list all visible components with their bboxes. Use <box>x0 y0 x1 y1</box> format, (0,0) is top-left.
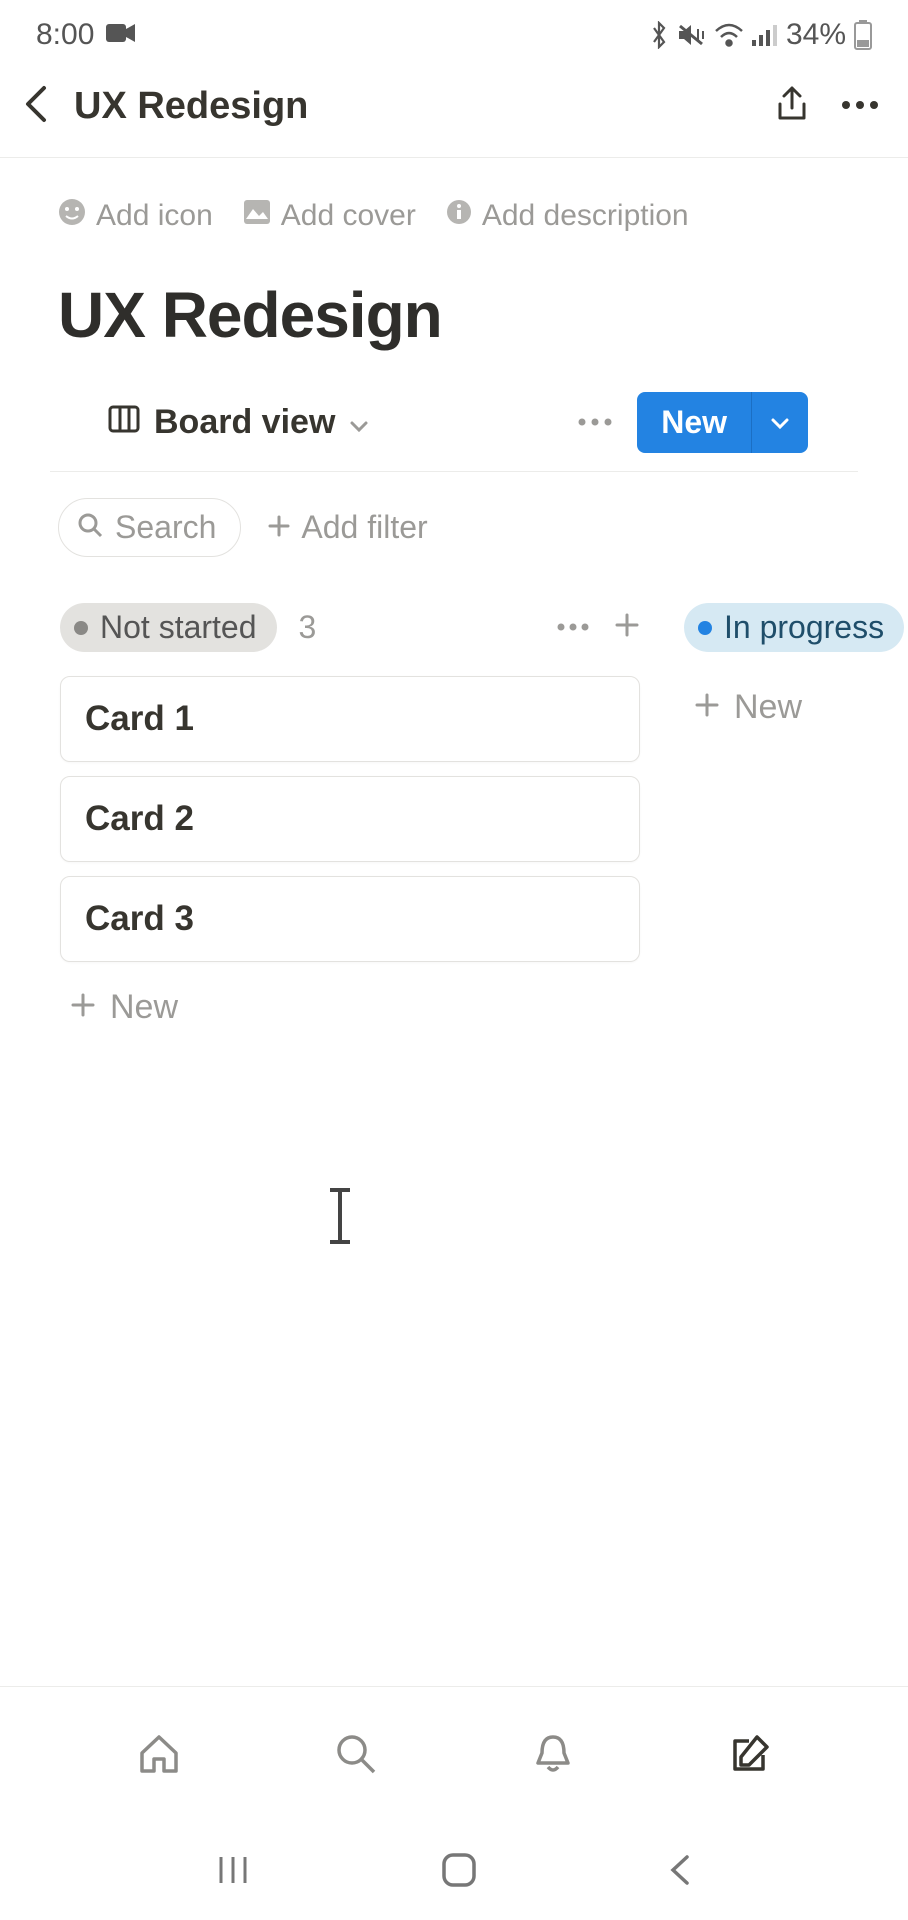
back-button[interactable] <box>22 84 52 129</box>
battery-icon <box>854 20 872 50</box>
column-add-button[interactable] <box>614 612 640 643</box>
view-selector[interactable]: Board view <box>108 403 369 442</box>
search-icon <box>77 509 103 546</box>
column-count: 3 <box>299 609 317 646</box>
board-card[interactable]: Card 3 <box>60 876 640 962</box>
bottom-tab-bar <box>0 1686 908 1820</box>
android-home-button[interactable] <box>440 1851 478 1889</box>
battery-text: 34% <box>786 18 846 52</box>
add-description-button[interactable]: Add description <box>446 199 689 233</box>
bluetooth-icon <box>650 21 668 49</box>
new-card-label: New <box>734 688 802 727</box>
video-recording-icon <box>106 18 136 52</box>
wifi-icon <box>714 23 744 47</box>
board-card[interactable]: Card 2 <box>60 776 640 862</box>
new-card-button[interactable]: New <box>60 976 640 1039</box>
text-cursor-icon <box>338 1190 342 1242</box>
board-column-in-progress: In progress New <box>684 603 908 1039</box>
board-card[interactable]: Card 1 <box>60 676 640 762</box>
new-card-button[interactable]: New <box>684 676 908 739</box>
plus-icon <box>70 988 96 1027</box>
page-title[interactable]: UX Redesign <box>0 234 908 352</box>
column-more-button[interactable] <box>556 619 590 637</box>
chevron-down-icon <box>349 403 369 442</box>
compose-tab[interactable] <box>722 1726 778 1782</box>
board-view-icon <box>108 403 140 442</box>
image-icon <box>243 199 271 233</box>
board: Not started 3 Card 1 Card 2 Card 3 New <box>0 557 908 1039</box>
search-tab[interactable] <box>328 1726 384 1782</box>
android-back-button[interactable] <box>667 1853 693 1887</box>
view-name: Board view <box>154 403 335 442</box>
smiley-icon <box>58 198 86 234</box>
home-tab[interactable] <box>131 1726 187 1782</box>
add-icon-button[interactable]: Add icon <box>58 198 213 234</box>
mute-vibrate-icon <box>676 22 706 48</box>
notifications-tab[interactable] <box>525 1726 581 1782</box>
add-icon-label: Add icon <box>96 199 213 233</box>
add-filter-label: Add filter <box>301 509 427 546</box>
view-selector-row: Board view New <box>50 352 858 472</box>
board-column-not-started: Not started 3 Card 1 Card 2 Card 3 New <box>60 603 640 1039</box>
search-placeholder: Search <box>115 509 216 546</box>
plus-icon <box>694 688 720 727</box>
status-label: Not started <box>100 609 257 646</box>
new-button[interactable]: New <box>637 392 752 453</box>
page-actions-row: Add icon Add cover Add description <box>0 158 908 234</box>
search-input[interactable]: Search <box>58 498 241 557</box>
new-button-dropdown[interactable] <box>752 392 808 453</box>
status-dot-icon <box>74 621 88 635</box>
info-icon <box>446 199 472 233</box>
new-button-group: New <box>637 392 808 453</box>
add-cover-label: Add cover <box>281 199 416 233</box>
status-pill-not-started[interactable]: Not started <box>60 603 277 652</box>
share-button[interactable] <box>774 84 810 129</box>
status-time: 8:00 <box>36 18 94 52</box>
more-options-button[interactable] <box>840 98 880 116</box>
header-title[interactable]: UX Redesign <box>74 85 308 128</box>
new-card-label: New <box>110 988 178 1027</box>
status-pill-in-progress[interactable]: In progress <box>684 603 904 652</box>
android-status-bar: 8:00 34% <box>0 0 908 66</box>
android-recents-button[interactable] <box>215 1853 251 1887</box>
filter-row: Search Add filter <box>0 472 908 557</box>
add-filter-button[interactable]: Add filter <box>267 509 427 546</box>
android-nav-bar <box>0 1820 908 1920</box>
add-cover-button[interactable]: Add cover <box>243 199 416 233</box>
status-label: In progress <box>724 609 884 646</box>
add-description-label: Add description <box>482 199 689 233</box>
app-header: UX Redesign <box>0 66 908 158</box>
status-dot-icon <box>698 621 712 635</box>
plus-icon <box>267 509 291 546</box>
signal-icon <box>752 23 778 47</box>
view-more-button[interactable] <box>577 414 613 432</box>
